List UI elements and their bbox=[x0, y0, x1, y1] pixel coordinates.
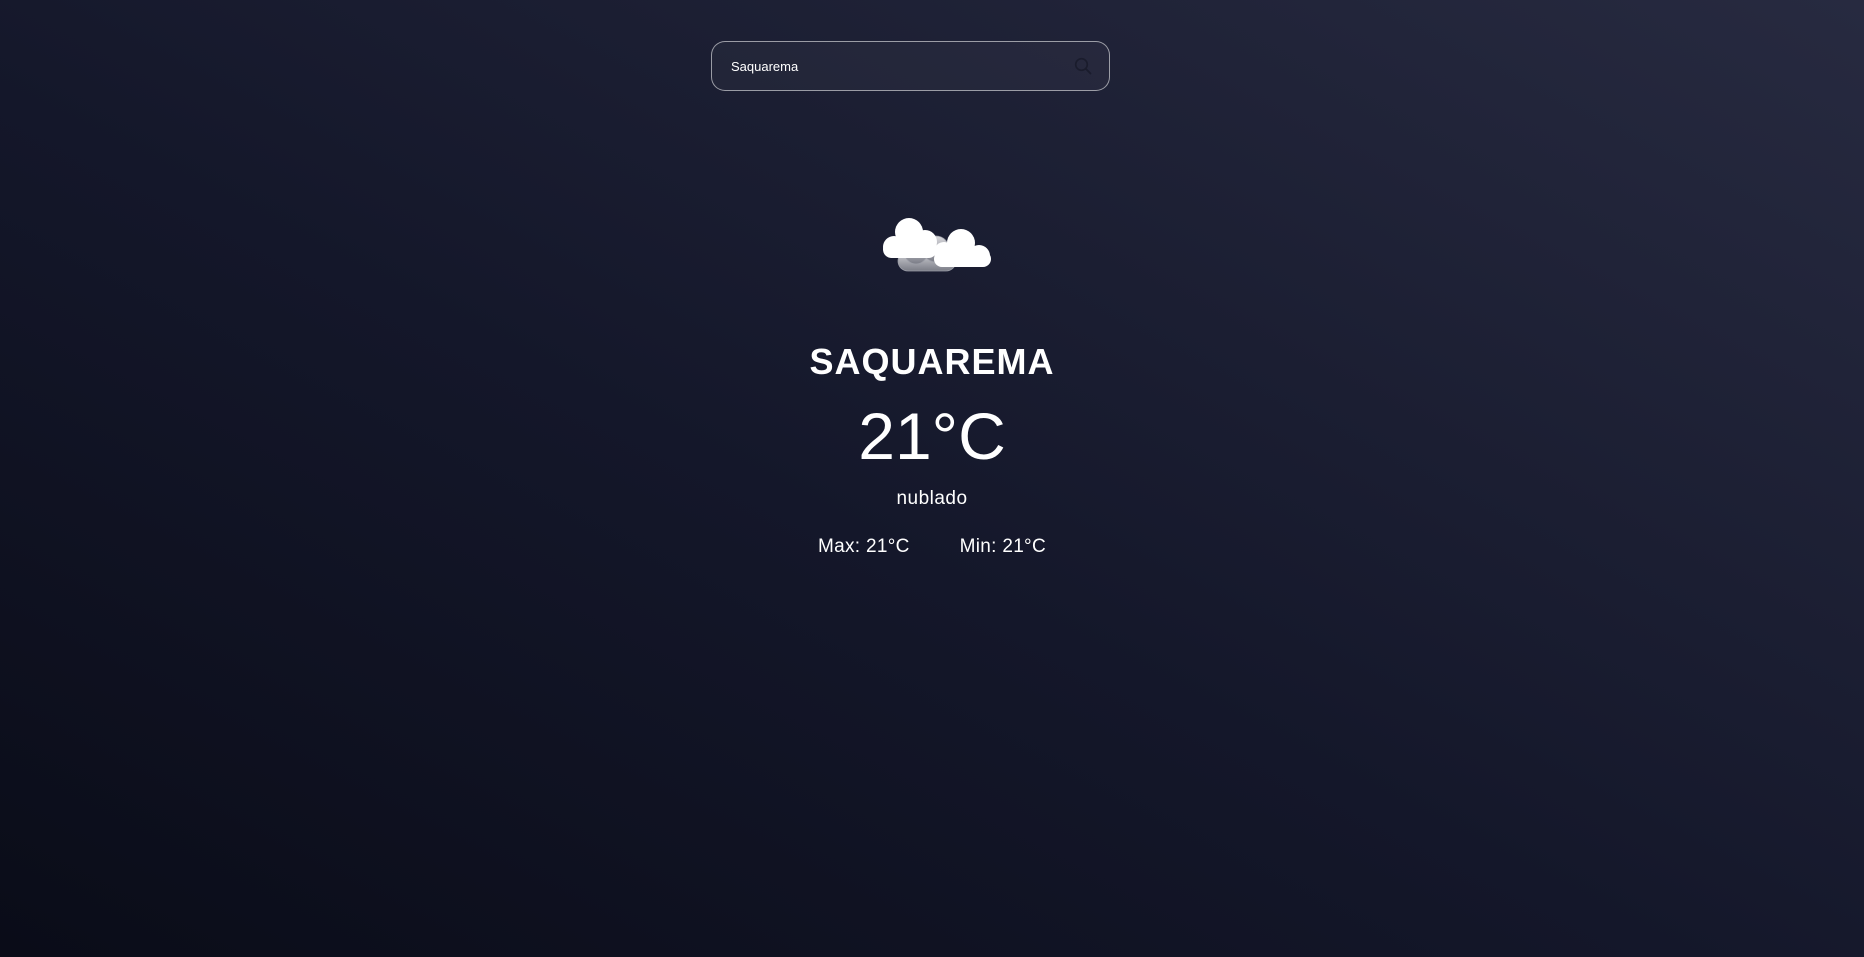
max-value: 21°C bbox=[865, 536, 910, 557]
search-icon bbox=[1074, 57, 1092, 75]
temperature: 21°C bbox=[858, 399, 1006, 473]
max-label: Max: bbox=[818, 536, 861, 557]
min-temperature: Min: 21°C bbox=[960, 535, 1046, 559]
max-temperature: Max: 21°C bbox=[818, 535, 910, 559]
min-max-row: Max: 21°C Min: 21°C bbox=[0, 535, 1864, 559]
city-name: SAQUAREMA bbox=[809, 341, 1055, 382]
min-label: Min: bbox=[959, 536, 997, 557]
clouds-icon bbox=[883, 218, 991, 272]
weather-description: nublado bbox=[896, 488, 968, 509]
search-bar bbox=[711, 41, 1110, 91]
min-value: 21°C bbox=[1002, 536, 1046, 557]
search-button[interactable] bbox=[1071, 54, 1095, 78]
search-input[interactable] bbox=[712, 42, 1042, 90]
